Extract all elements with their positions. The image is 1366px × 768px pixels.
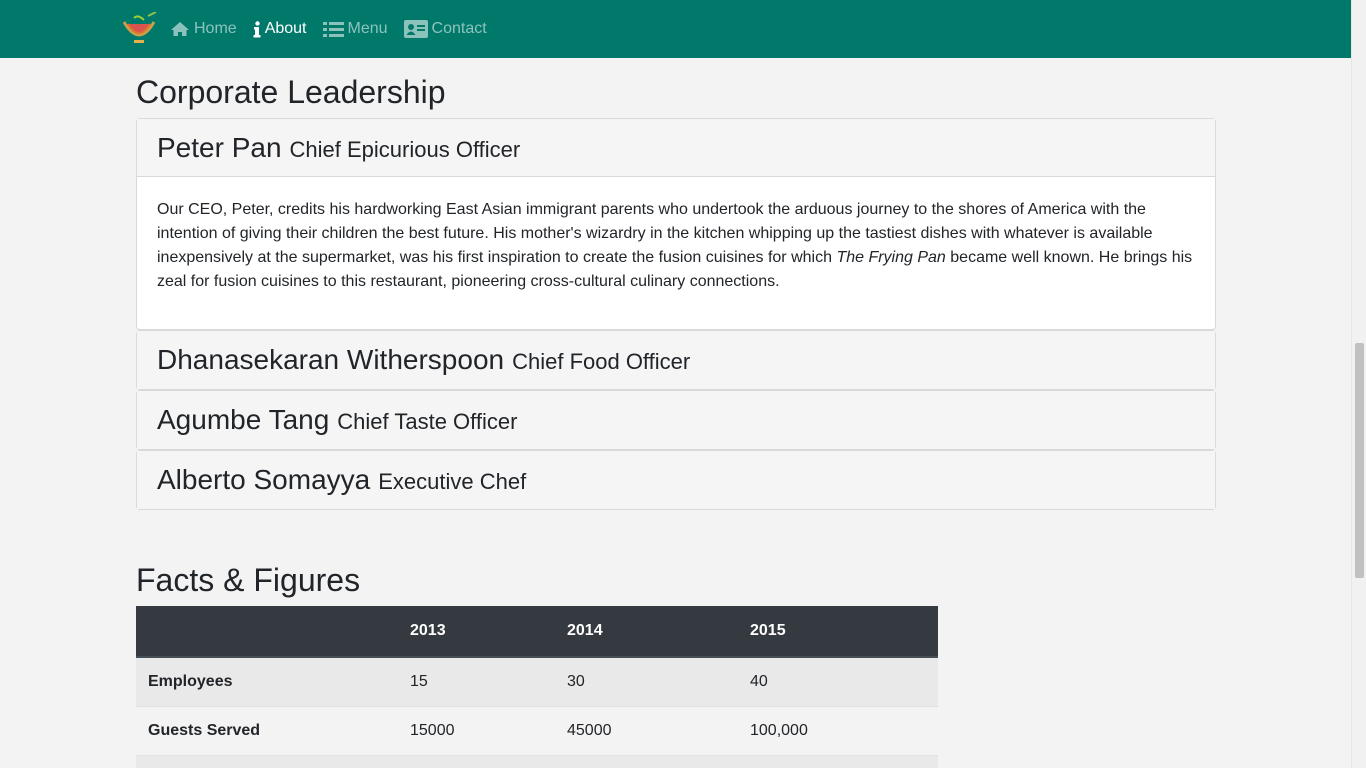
table-cell: 30 xyxy=(555,656,738,706)
table-cell xyxy=(398,754,555,768)
nav-menu-label: Menu xyxy=(347,20,388,37)
table-header-row: 2013 2014 2015 xyxy=(136,606,938,658)
leader-bio: Our CEO, Peter, credits his hardworking … xyxy=(137,177,1215,329)
leader-card-agumbe: Agumbe Tang Chief Taste Officer xyxy=(136,390,1216,450)
list-icon xyxy=(322,21,344,37)
row-label: Guests Served xyxy=(136,705,398,755)
table-cell: 100,000 xyxy=(738,705,938,755)
leader-role: Chief Taste Officer xyxy=(337,409,518,434)
leader-card-alberto: Alberto Somayya Executive Chef xyxy=(136,450,1216,510)
leader-card-header[interactable]: Alberto Somayya Executive Chef xyxy=(137,451,1215,509)
info-icon xyxy=(253,20,261,37)
leader-role: Executive Chef xyxy=(378,469,527,494)
leader-card-header[interactable]: Agumbe Tang Chief Taste Officer xyxy=(137,391,1215,449)
leader-name: Peter Pan xyxy=(157,131,282,163)
table-row: Employees 15 30 40 xyxy=(136,656,938,706)
nav-about-label: About xyxy=(264,20,307,37)
nav-about[interactable]: About xyxy=(253,20,307,38)
nav-home[interactable]: Home xyxy=(170,20,237,38)
table-row: Guests Served 15000 45000 100,000 xyxy=(136,705,938,755)
scrollbar-thumb[interactable] xyxy=(1355,343,1364,578)
column-header: 2015 xyxy=(738,606,938,658)
navbar: Home About Menu Contact xyxy=(0,0,1351,58)
row-label: Employees xyxy=(136,656,398,706)
nav-contact-label: Contact xyxy=(431,20,487,37)
leader-name: Alberto Somayya xyxy=(157,464,371,495)
table-cell xyxy=(738,754,938,768)
column-header xyxy=(136,606,398,658)
table-cell: 15 xyxy=(398,656,555,706)
leader-card-header[interactable]: Dhanasekaran Witherspoon Chief Food Offi… xyxy=(137,331,1215,389)
leader-card-dhanasekaran: Dhanasekaran Witherspoon Chief Food Offi… xyxy=(136,330,1216,390)
restaurant-logo[interactable] xyxy=(120,11,158,46)
leader-card-peter-pan: Peter Pan Chief Epicurious Officer Our C… xyxy=(136,118,1216,330)
leader-card-header[interactable]: Peter Pan Chief Epicurious Officer xyxy=(137,119,1215,177)
table-cell: 45000 xyxy=(555,705,738,755)
column-header: 2013 xyxy=(398,606,555,658)
table-row xyxy=(136,754,938,768)
table-cell xyxy=(555,754,738,768)
nav-contact[interactable]: Contact xyxy=(403,20,487,38)
restaurant-name-italic: The Frying Pan xyxy=(836,249,946,266)
table-cell: 15000 xyxy=(398,705,555,755)
page-scrollbar[interactable] xyxy=(1351,0,1366,768)
nav-home-label: Home xyxy=(194,20,237,37)
address-card-icon xyxy=(403,20,428,38)
leader-role: Chief Food Officer xyxy=(512,349,691,374)
nav-menu[interactable]: Menu xyxy=(322,20,388,38)
home-icon xyxy=(171,22,189,36)
leadership-heading: Corporate Leadership xyxy=(136,74,446,110)
column-header: 2014 xyxy=(555,606,738,658)
leader-role: Chief Epicurious Officer xyxy=(289,136,521,162)
table-cell: 40 xyxy=(738,656,938,706)
leader-name: Agumbe Tang xyxy=(157,404,330,435)
table-cell xyxy=(136,754,398,768)
leader-name: Dhanasekaran Witherspoon xyxy=(157,344,505,375)
facts-heading: Facts & Figures xyxy=(136,562,361,598)
facts-table: 2013 2014 2015 Employees 15 30 40 Guests… xyxy=(136,606,938,768)
